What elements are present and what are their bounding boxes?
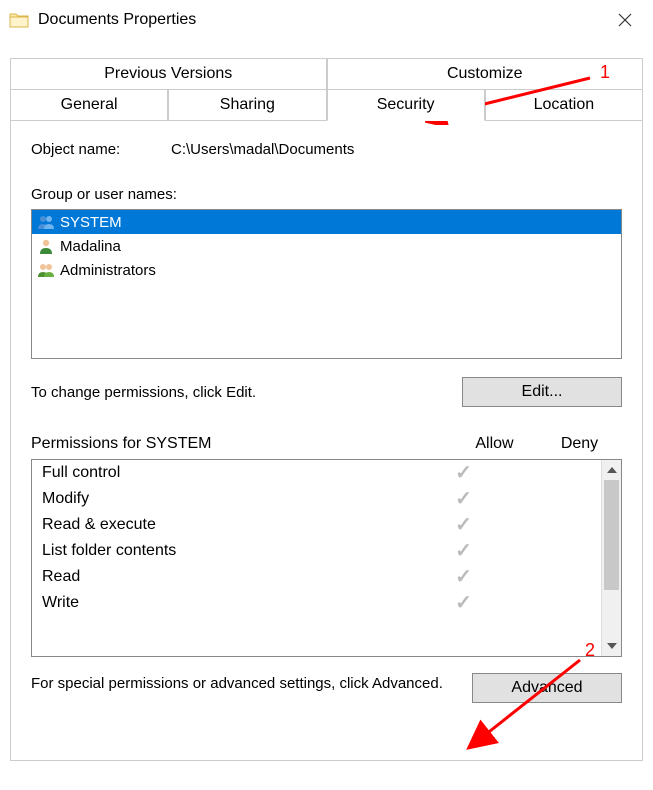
groups-listbox[interactable]: SYSTEM Madalina (31, 209, 622, 359)
perm-name: List folder contents (42, 542, 421, 560)
list-item-label: Administrators (60, 262, 156, 279)
check-icon: ✓ (421, 463, 506, 483)
perm-name: Write (42, 594, 421, 612)
perm-name: Full control (42, 464, 421, 482)
advanced-button[interactable]: Advanced (472, 673, 622, 703)
check-icon: ✓ (421, 489, 506, 509)
scroll-track[interactable] (602, 480, 621, 636)
users-icon (36, 261, 56, 279)
perm-row-read[interactable]: Read ✓ (32, 564, 601, 590)
tab-general[interactable]: General (10, 89, 168, 121)
properties-dialog: Documents Properties Previous Versions C… (0, 0, 653, 790)
permissions-listbox: Full control ✓ Modify ✓ Read & execute ✓… (31, 459, 622, 657)
close-button[interactable] (605, 5, 645, 35)
users-icon (36, 213, 56, 231)
edit-hint: To change permissions, click Edit. (31, 384, 462, 401)
deny-column-label: Deny (537, 435, 622, 453)
perm-row-read-execute[interactable]: Read & execute ✓ (32, 512, 601, 538)
object-name-label: Object name: (31, 141, 171, 158)
scrollbar[interactable] (601, 460, 621, 656)
allow-column-label: Allow (452, 435, 537, 453)
check-icon: ✓ (421, 567, 506, 587)
tab-customize[interactable]: Customize (327, 58, 644, 90)
tab-strip: Previous Versions Customize General Shar… (10, 58, 643, 121)
edit-row: To change permissions, click Edit. Edit.… (31, 377, 622, 407)
tab-previous-versions[interactable]: Previous Versions (10, 58, 327, 90)
advanced-row: For special permissions or advanced sett… (31, 673, 622, 703)
permissions-title: Permissions for SYSTEM (31, 435, 452, 453)
scroll-down-arrow[interactable] (602, 636, 621, 656)
folder-icon (8, 9, 30, 31)
list-item-administrators[interactable]: Administrators (32, 258, 621, 282)
tab-location[interactable]: Location (485, 89, 643, 121)
tab-content: Object name: C:\Users\madal\Documents Gr… (10, 121, 643, 761)
scroll-up-arrow[interactable] (602, 460, 621, 480)
perm-row-write[interactable]: Write ✓ (32, 590, 601, 616)
perm-name: Read & execute (42, 516, 421, 534)
edit-button[interactable]: Edit... (462, 377, 622, 407)
list-item-label: SYSTEM (60, 214, 122, 231)
groups-label: Group or user names: (31, 186, 622, 203)
list-item-label: Madalina (60, 238, 121, 255)
perm-row-full-control[interactable]: Full control ✓ (32, 460, 601, 486)
advanced-hint: For special permissions or advanced sett… (31, 673, 472, 694)
object-name-value: C:\Users\madal\Documents (171, 141, 354, 158)
check-icon: ✓ (421, 593, 506, 613)
perm-name: Read (42, 568, 421, 586)
perm-row-modify[interactable]: Modify ✓ (32, 486, 601, 512)
permissions-list[interactable]: Full control ✓ Modify ✓ Read & execute ✓… (32, 460, 601, 656)
window-title: Documents Properties (38, 11, 196, 29)
check-icon: ✓ (421, 541, 506, 561)
titlebar: Documents Properties (0, 0, 653, 40)
list-item-system[interactable]: SYSTEM (32, 210, 621, 234)
list-item-madalina[interactable]: Madalina (32, 234, 621, 258)
permissions-header: Permissions for SYSTEM Allow Deny (31, 435, 622, 453)
perm-row-list-folder[interactable]: List folder contents ✓ (32, 538, 601, 564)
tab-sharing[interactable]: Sharing (168, 89, 326, 121)
object-name-row: Object name: C:\Users\madal\Documents (31, 141, 622, 158)
scroll-thumb[interactable] (604, 480, 619, 590)
perm-name: Modify (42, 490, 421, 508)
check-icon: ✓ (421, 515, 506, 535)
tab-security[interactable]: Security (327, 89, 485, 121)
user-icon (36, 237, 56, 255)
